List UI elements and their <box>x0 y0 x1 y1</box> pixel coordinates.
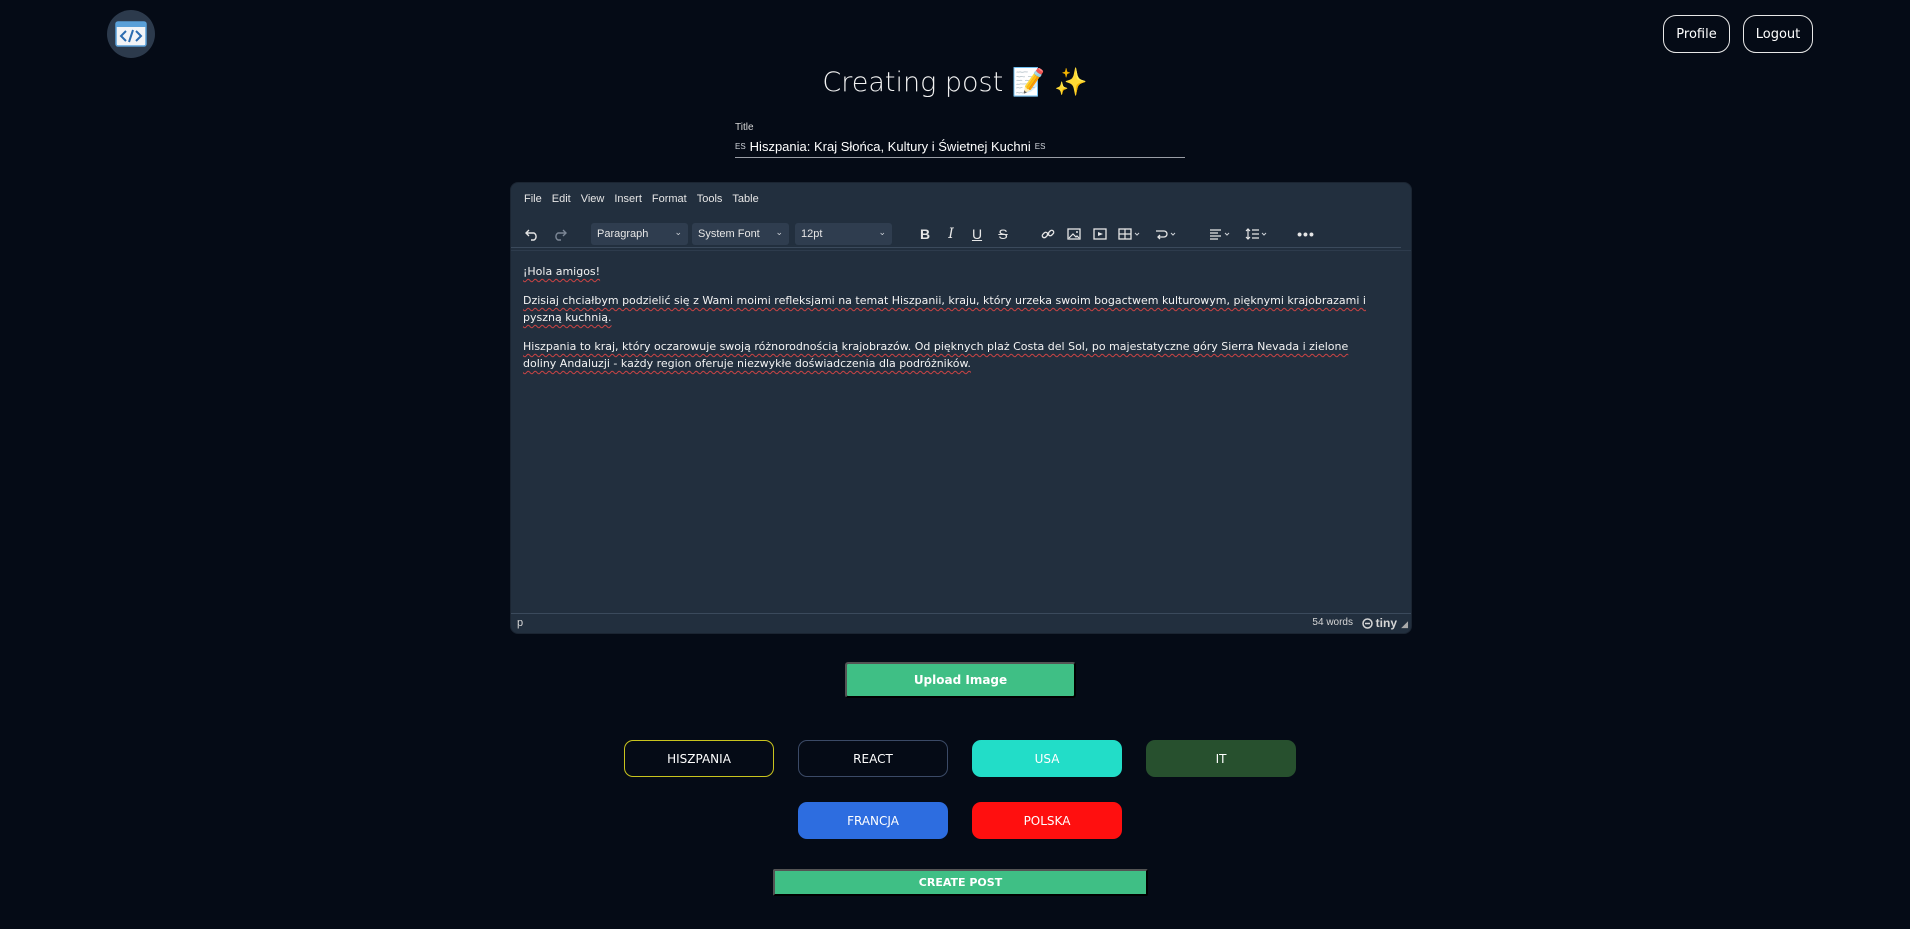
content-paragraph: Hiszpania to kraj, który oczarowuje swoj… <box>523 340 1349 370</box>
create-post-button[interactable]: CREATE POST <box>773 869 1148 896</box>
page-title: Creating post 📝 ✨ <box>822 67 1088 98</box>
title-input-value: Hiszpania: Kraj Słońca, Kultury i Świetn… <box>749 139 1031 154</box>
tag-francja[interactable]: FRANCJA <box>798 802 948 839</box>
chevron-down-icon: ⌄ <box>674 227 682 237</box>
more-icon[interactable]: ••• <box>1295 223 1317 245</box>
editor-statusbar: p 54 words tiny ◢ <box>511 613 1411 633</box>
tag-usa[interactable]: USA <box>972 740 1122 777</box>
tiny-brand[interactable]: tiny <box>1361 616 1397 630</box>
redo-icon[interactable] <box>549 223 571 245</box>
image-icon[interactable] <box>1063 223 1085 245</box>
chevron-down-icon: ⌄ <box>775 227 783 237</box>
font-size-value: 12pt <box>801 228 823 240</box>
chevron-down-icon: ⌄ <box>878 227 886 237</box>
tiny-brand-label: tiny <box>1375 616 1397 630</box>
upload-image-button[interactable]: Upload Image <box>845 662 1076 698</box>
title-field-label: Title <box>735 122 754 133</box>
tag-polska[interactable]: POLSKA <box>972 802 1122 839</box>
title-input[interactable]: ES Hiszpania: Kraj Słońca, Kultury i Świ… <box>735 136 1185 158</box>
language-tag: ES <box>735 142 746 151</box>
media-icon[interactable] <box>1089 223 1111 245</box>
link-icon[interactable] <box>1037 223 1059 245</box>
tag-it[interactable]: IT <box>1146 740 1296 777</box>
line-height-icon[interactable] <box>1242 223 1272 245</box>
menu-edit[interactable]: Edit <box>547 193 576 205</box>
undo-icon[interactable] <box>521 223 543 245</box>
tag-react[interactable]: REACT <box>798 740 948 777</box>
toolbar-divider <box>511 250 1411 251</box>
logout-button[interactable]: Logout <box>1743 15 1813 53</box>
word-count[interactable]: 54 words <box>1312 617 1353 628</box>
editor-menubar: File Edit View Insert Format Tools Table <box>519 193 764 205</box>
content-paragraph: ¡Hola amigos! <box>523 265 601 278</box>
bold-icon[interactable]: B <box>914 223 936 245</box>
menu-insert[interactable]: Insert <box>609 193 647 205</box>
table-icon[interactable] <box>1115 223 1145 245</box>
font-family-select[interactable]: System Font ⌄ <box>692 223 789 245</box>
tag-hiszpania[interactable]: HISZPANIA <box>624 740 774 777</box>
content-paragraph: Dzisiaj chciałbym podzielić się z Wami m… <box>523 294 1366 324</box>
menu-file[interactable]: File <box>519 193 547 205</box>
profile-button[interactable]: Profile <box>1663 15 1730 53</box>
underline-icon[interactable]: U <box>966 223 988 245</box>
align-icon[interactable] <box>1206 223 1236 245</box>
language-tag: ES <box>1034 142 1046 151</box>
rich-text-editor[interactable]: File Edit View Insert Format Tools Table… <box>510 182 1412 634</box>
menu-view[interactable]: View <box>576 193 610 205</box>
tiny-logo-icon <box>1361 617 1373 629</box>
resize-handle-icon[interactable]: ◢ <box>1401 619 1408 630</box>
editor-toolbar: Paragraph ⌄ System Font ⌄ 12pt ⌄ B I U S <box>511 219 1411 249</box>
editor-content[interactable]: ¡Hola amigos! Dzisiaj chciałbym podzieli… <box>523 263 1383 384</box>
code-brackets-icon <box>115 21 147 47</box>
element-path[interactable]: p <box>517 617 523 629</box>
site-logo[interactable] <box>107 10 155 58</box>
toolbar-divider <box>511 247 1401 248</box>
block-format-value: Paragraph <box>597 228 649 240</box>
italic-icon[interactable]: I <box>940 223 962 245</box>
wrap-icon[interactable] <box>1151 223 1181 245</box>
font-size-select[interactable]: 12pt ⌄ <box>795 223 892 245</box>
block-format-select[interactable]: Paragraph ⌄ <box>591 223 688 245</box>
menu-table[interactable]: Table <box>727 193 763 205</box>
menu-tools[interactable]: Tools <box>692 193 728 205</box>
font-family-value: System Font <box>698 228 760 240</box>
strikethrough-icon[interactable]: S <box>992 223 1014 245</box>
menu-format[interactable]: Format <box>647 193 692 205</box>
